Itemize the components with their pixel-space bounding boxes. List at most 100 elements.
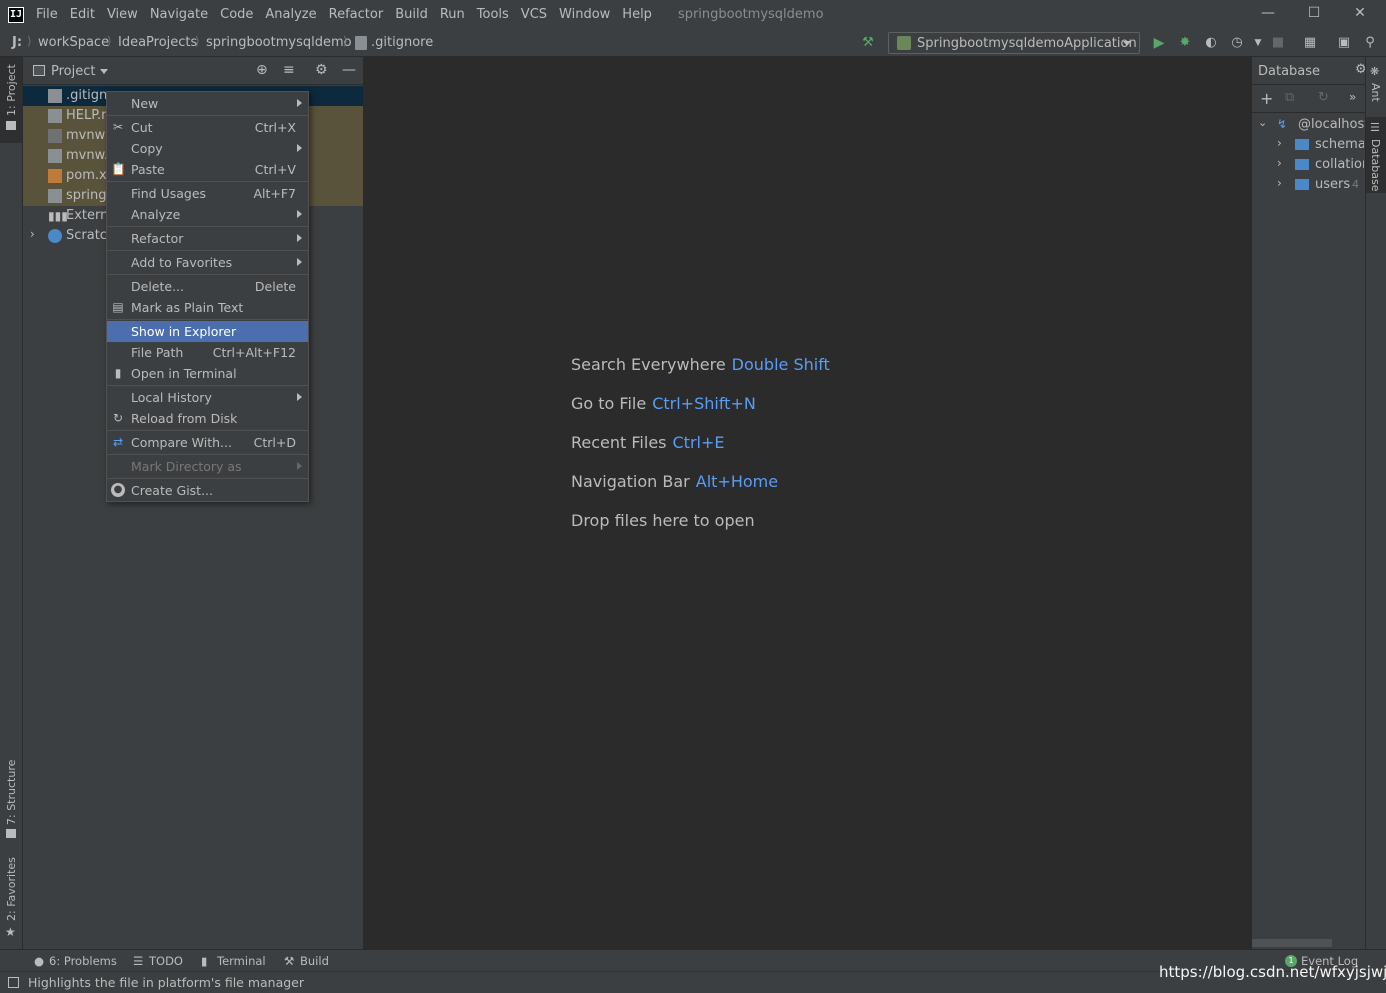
- menu-analyze[interactable]: Analyze: [265, 7, 316, 22]
- chevron-right-icon[interactable]: ›: [30, 227, 35, 241]
- ctx-item-compare-with[interactable]: ⇄ Compare With... Ctrl+D: [107, 432, 308, 453]
- more-icon[interactable]: »: [1349, 90, 1356, 104]
- ctx-separator: [107, 250, 308, 251]
- chevron-right-icon[interactable]: ›: [1277, 176, 1282, 190]
- ctx-label: Find Usages: [131, 186, 207, 201]
- ctx-item-reload-from-disk[interactable]: ↻ Reload from Disk: [107, 408, 308, 429]
- db-tree-label: @localhost: [1298, 117, 1370, 132]
- tool-tab-build[interactable]: Build: [300, 954, 329, 968]
- ctx-item-refactor[interactable]: Refactor: [107, 228, 308, 249]
- project-panel-title[interactable]: Project: [51, 64, 95, 79]
- chevron-down-icon[interactable]: [100, 69, 108, 74]
- tool-tab-favorites[interactable]: ★ 2: Favorites: [0, 857, 22, 943]
- hint-navigation-bar: Navigation Bar Alt+Home: [571, 472, 778, 491]
- ctx-item-cut[interactable]: ✂ Cut Ctrl+X: [107, 117, 308, 138]
- library-icon: ▮▮▮: [48, 209, 68, 223]
- chevron-right-icon[interactable]: ›: [1277, 136, 1282, 150]
- ctx-label: Show in Explorer: [131, 324, 237, 339]
- ctx-item-local-history[interactable]: Local History: [107, 387, 308, 408]
- ctx-item-create-gist[interactable]: ● Create Gist...: [107, 480, 308, 501]
- presentation-icon[interactable]: ▣: [1336, 35, 1352, 51]
- submenu-arrow-icon: [297, 462, 302, 470]
- toggle-tool-windows-icon[interactable]: [8, 977, 19, 988]
- project-structure-icon[interactable]: ▦: [1302, 35, 1318, 51]
- close-icon[interactable]: ✕: [1350, 5, 1370, 23]
- hide-panel-icon[interactable]: —: [342, 62, 356, 78]
- menu-tools[interactable]: Tools: [477, 7, 509, 22]
- menu-window[interactable]: Window: [559, 7, 610, 22]
- watermark-url: https://blog.csdn.net/wfxyjsjwjs: [1159, 963, 1386, 981]
- tool-tab-structure[interactable]: 7: Structure: [0, 757, 22, 841]
- menu-code[interactable]: Code: [220, 7, 253, 22]
- ctx-item-analyze[interactable]: Analyze: [107, 204, 308, 225]
- hint-label: Search Everywhere: [571, 355, 726, 374]
- menu-navigate[interactable]: Navigate: [150, 7, 208, 22]
- db-tree-schemas[interactable]: › schemas: [1252, 135, 1365, 155]
- minimize-icon[interactable]: —: [1258, 5, 1278, 23]
- chevron-down-icon[interactable]: ▼: [1250, 35, 1266, 51]
- breadcrumb-ideaprojects[interactable]: IdeaProjects: [118, 35, 197, 50]
- ctx-label: Analyze: [131, 207, 181, 222]
- hint-drop-files: Drop files here to open: [571, 511, 755, 530]
- gear-icon[interactable]: ⚙: [315, 62, 328, 78]
- editor-area[interactable]: Search Everywhere Double Shift Go to File…: [363, 57, 1251, 949]
- profile-icon[interactable]: ◷: [1229, 35, 1245, 51]
- breadcrumb-project[interactable]: springbootmysqldemo: [206, 35, 352, 50]
- breadcrumb-file[interactable]: .gitignore: [371, 35, 433, 50]
- ctx-item-paste[interactable]: 📋 Paste Ctrl+V: [107, 159, 308, 180]
- ctx-item-new[interactable]: New: [107, 93, 308, 114]
- menu-vcs[interactable]: VCS: [521, 7, 547, 22]
- tool-tab-favorites-label: 2: Favorites: [5, 857, 18, 921]
- module-file-icon: [48, 189, 62, 203]
- db-tree-localhost[interactable]: ⌄ ↯ @localhost: [1252, 115, 1369, 135]
- tool-tab-problems[interactable]: 6: Problems: [49, 954, 117, 968]
- tool-tab-terminal[interactable]: Terminal: [217, 954, 266, 968]
- debug-icon[interactable]: ✸: [1177, 35, 1193, 51]
- ctx-item-find-usages[interactable]: Find Usages Alt+F7: [107, 183, 308, 204]
- tool-tab-database[interactable]: ☰ Database: [1366, 117, 1386, 193]
- add-icon[interactable]: +: [1260, 89, 1273, 108]
- menu-edit[interactable]: Edit: [70, 7, 95, 22]
- chevron-right-icon[interactable]: ›: [1277, 156, 1282, 170]
- run-icon[interactable]: ▶: [1151, 35, 1167, 51]
- db-tree-users[interactable]: › users 4: [1252, 175, 1365, 195]
- menu-help[interactable]: Help: [622, 7, 652, 22]
- project-panel-header: Project ⊕ ≡ ⚙ —: [23, 57, 363, 85]
- menu-refactor[interactable]: Refactor: [329, 7, 384, 22]
- stop-icon[interactable]: ■: [1270, 35, 1286, 51]
- menu-file[interactable]: File: [36, 7, 58, 22]
- maximize-icon[interactable]: ☐: [1304, 5, 1324, 23]
- ctx-item-mark-plain-text[interactable]: ▤ Mark as Plain Text: [107, 297, 308, 318]
- ctx-item-add-to-favorites[interactable]: Add to Favorites: [107, 252, 308, 273]
- menu-view[interactable]: View: [107, 7, 138, 22]
- run-configuration-dropdown[interactable]: SpringbootmysqldemoApplication: [888, 32, 1140, 54]
- collapse-all-icon[interactable]: ≡: [283, 62, 295, 78]
- breadcrumb-workspace[interactable]: workSpace: [38, 35, 109, 50]
- coverage-icon[interactable]: ◐: [1203, 35, 1219, 51]
- tool-tab-project[interactable]: 1: Project: [0, 57, 22, 143]
- tool-tab-ant[interactable]: ❋ Ant: [1366, 63, 1386, 109]
- menu-build[interactable]: Build: [395, 7, 428, 22]
- tool-tab-todo[interactable]: TODO: [149, 954, 183, 968]
- reload-icon: ↻: [112, 411, 124, 425]
- hint-label: Drop files here to open: [571, 511, 755, 530]
- ctx-item-copy[interactable]: Copy: [107, 138, 308, 159]
- search-icon[interactable]: ⚲: [1362, 35, 1378, 51]
- horizontal-scrollbar[interactable]: [1252, 939, 1332, 947]
- ctx-item-open-in-terminal[interactable]: ▮ Open in Terminal: [107, 363, 308, 384]
- duplicate-icon[interactable]: ⧉: [1285, 90, 1294, 105]
- chevron-down-icon[interactable]: ⌄: [1258, 116, 1267, 129]
- ctx-item-file-path[interactable]: File Path Ctrl+Alt+F12: [107, 342, 308, 363]
- ctx-label: Paste: [131, 162, 165, 177]
- menu-run[interactable]: Run: [440, 7, 465, 22]
- ctx-shortcut: Delete: [254, 279, 296, 294]
- ctx-item-delete[interactable]: Delete... Delete: [107, 276, 308, 297]
- db-tree-collations[interactable]: › collations: [1252, 155, 1365, 175]
- breadcrumb-drive[interactable]: J:: [12, 35, 22, 50]
- right-tool-stripe: ❋ Ant ☰ Database: [1365, 57, 1386, 949]
- build-hammer-icon[interactable]: ⚒: [860, 35, 876, 51]
- locate-icon[interactable]: ⊕: [256, 62, 268, 78]
- ctx-item-show-in-explorer[interactable]: Show in Explorer: [107, 321, 308, 342]
- star-icon: ★: [5, 925, 16, 939]
- refresh-icon[interactable]: ↻: [1318, 90, 1329, 105]
